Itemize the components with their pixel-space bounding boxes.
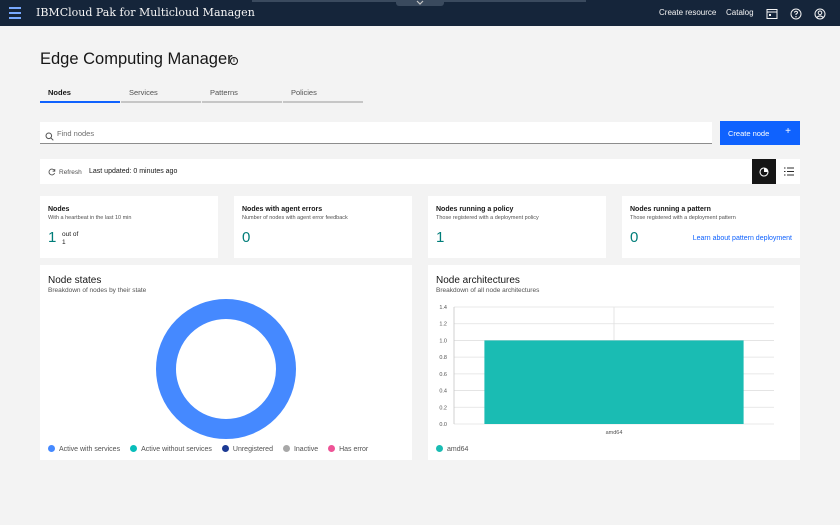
tile-title: Nodes with agent errors (242, 206, 323, 213)
agent-errors-tile: Nodes with agent errors Number of nodes … (234, 196, 412, 258)
learn-pattern-link[interactable]: Learn about pattern deployment (693, 235, 792, 242)
legend-swatch (221, 445, 229, 452)
tile-subtitle: With a heartbeat in the last 10 min (48, 215, 132, 221)
legend-item[interactable]: Active with services (48, 445, 120, 453)
y-tick-label: 0.8 (439, 355, 447, 361)
tab-patterns[interactable]: Patterns (202, 84, 282, 103)
tile-out-of: out of 1 (62, 231, 78, 247)
search-icon (45, 128, 54, 146)
legend-item[interactable]: Unregistered (221, 445, 273, 453)
legend-label: Active with services (59, 446, 121, 453)
tile-subtitle: Those registered with a deployment polic… (436, 215, 539, 221)
legend-swatch (48, 445, 55, 452)
y-tick-label: 0.0 (439, 422, 447, 428)
tile-value: 1 (48, 229, 57, 246)
refresh-label: Refresh (59, 169, 82, 176)
tile-title: Nodes (48, 206, 70, 213)
tile-title: Nodes running a pattern (630, 206, 711, 213)
node-architectures-legend: amd64 (436, 445, 478, 453)
y-tick-label: 1.4 (439, 305, 447, 311)
out-of-value: 1 (62, 239, 66, 246)
x-tick-label: amd64 (606, 430, 623, 436)
list-view-icon (784, 167, 794, 176)
donut-slice[interactable] (156, 299, 296, 439)
legend-label: Inactive (293, 446, 319, 453)
y-tick-label: 0.2 (439, 405, 447, 411)
search-input[interactable] (57, 126, 697, 140)
refresh-icon (48, 168, 56, 176)
out-of-label: out of (62, 231, 79, 238)
create-node-button[interactable]: Create node + (720, 121, 800, 145)
tab-policies[interactable]: Policies (283, 84, 363, 103)
refresh-button[interactable]: Refresh (48, 168, 82, 176)
node-architectures-panel: Node architectures Breakdown of all node… (428, 265, 800, 460)
nodes-tile: Nodes With a heartbeat in the last 10 mi… (40, 196, 218, 258)
chevron-down-icon[interactable] (396, 0, 444, 6)
legend-label: Unregistered (232, 446, 273, 453)
tile-subtitle: Number of nodes with agent error feedbac… (242, 215, 348, 221)
chart-title: Node states (48, 275, 102, 286)
node-states-panel: Node states Breakdown of nodes by their … (40, 265, 412, 460)
dashboard-view-icon (759, 167, 769, 177)
dashboard-view-toggle[interactable] (752, 159, 776, 184)
calendar-icon[interactable] (766, 7, 778, 19)
page-title: Edge Computing Manager (40, 50, 233, 68)
tile-value: 1 (436, 229, 445, 246)
legend-swatch (282, 445, 290, 452)
policy-tile: Nodes running a policy Those registered … (428, 196, 606, 258)
tile-value: 0 (242, 229, 251, 246)
node-states-donut-chart (156, 299, 296, 439)
y-tick-label: 0.6 (439, 372, 447, 378)
nodes-toolbar: Refresh Last updated: 0 minutes ago (40, 159, 800, 184)
create-resource-link[interactable]: Create resource (659, 8, 716, 17)
tab-services[interactable]: Services (121, 84, 201, 103)
tile-title: Nodes running a policy (436, 206, 514, 213)
legend-swatch (436, 445, 443, 452)
last-updated-text: Last updated: 0 minutes ago (89, 168, 178, 175)
hamburger-menu-icon[interactable] (9, 7, 21, 19)
chart-subtitle: Breakdown of nodes by their state (48, 287, 147, 294)
info-icon[interactable]: i (230, 57, 238, 65)
tile-value: 0 (630, 229, 639, 246)
y-tick-label: 1.0 (439, 338, 447, 344)
legend-label: Has error (339, 446, 369, 453)
y-tick-label: 0.4 (439, 389, 447, 395)
legend-label: Active without services (141, 446, 212, 453)
tab-nodes[interactable]: Nodes (40, 84, 120, 103)
legend-item[interactable]: amd64 (436, 445, 468, 453)
create-node-label: Create node (728, 129, 770, 138)
user-avatar-icon[interactable] (814, 7, 826, 20)
legend-label: amd64 (447, 446, 469, 453)
search-bar (40, 122, 712, 144)
y-tick-label: 1.2 (439, 322, 447, 328)
legend-item[interactable]: Active without services (130, 445, 212, 453)
chart-subtitle: Breakdown of all node architectures (436, 287, 540, 294)
legend-swatch (328, 445, 336, 452)
list-view-toggle[interactable] (778, 159, 800, 184)
tile-subtitle: Those registered with a deployment patte… (630, 215, 736, 221)
bar[interactable] (484, 340, 744, 424)
pattern-tile: Nodes running a pattern Those registered… (622, 196, 800, 258)
catalog-link[interactable]: Catalog (726, 8, 754, 17)
product-brand[interactable]: IBMCloud Pak for Multicloud Managen (36, 6, 255, 19)
legend-item[interactable]: Has error (328, 445, 368, 453)
legend-item[interactable]: Inactive (282, 445, 319, 453)
legend-swatch (130, 445, 138, 452)
node-states-legend: Active with services Active without servi… (48, 445, 378, 453)
chart-title: Node architectures (436, 275, 520, 286)
node-architectures-bar-chart: 0.0 0.2 0.4 0.6 0.8 1.0 1.2 1.4 amd64 (439, 305, 774, 436)
plus-icon: + (785, 126, 791, 137)
help-icon[interactable] (790, 7, 802, 20)
top-bar: IBMCloud Pak for Multicloud Managen Crea… (0, 0, 840, 26)
